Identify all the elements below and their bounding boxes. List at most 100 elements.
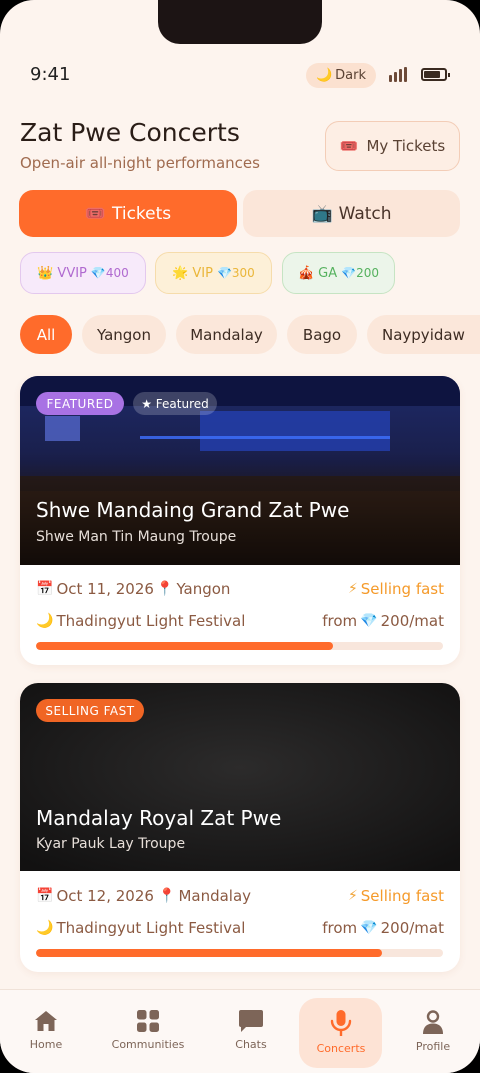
event-festival-text: Thadingyut Light Festival	[56, 612, 246, 630]
event-card[interactable]: FEATURED ★ Featured Shwe Mandaing Grand …	[20, 376, 460, 665]
price-prefix: from	[322, 919, 358, 937]
event-troupe: Shwe Man Tin Maung Troupe	[36, 529, 237, 545]
event-price: from 💎 200/mat	[322, 612, 444, 630]
ticket-icon: 🎟️	[339, 137, 359, 155]
selling-status: ⚡ Selling fast	[348, 580, 444, 598]
tier-name: VIP	[192, 265, 213, 281]
filter-chip-bago[interactable]: Bago	[287, 315, 357, 354]
moon-icon: 🌙	[36, 920, 54, 936]
tab-tickets[interactable]: 🎟️ Tickets	[19, 190, 237, 237]
tier-price: 300	[231, 266, 255, 280]
dark-mode-label: Dark	[335, 68, 367, 83]
featured-badge: FEATURED	[36, 392, 124, 415]
nav-label-home: Home	[29, 1038, 63, 1051]
my-tickets-button[interactable]: 🎟️ My Tickets	[325, 121, 460, 171]
nav-label-profile: Profile	[415, 1040, 451, 1053]
filter-chip-all[interactable]: All	[20, 315, 72, 354]
filter-chip-naypyidaw[interactable]: Naypyidaw	[367, 315, 480, 354]
event-city: 📍 Yangon	[156, 580, 230, 598]
event-title: Mandalay Royal Zat Pwe	[36, 806, 282, 830]
device-notch	[158, 0, 322, 44]
tier-vip[interactable]: 🌟 VIP 💎 300	[155, 252, 272, 294]
home-icon	[35, 1011, 57, 1031]
tab-tickets-label: Tickets	[112, 203, 172, 224]
event-title: Shwe Mandaing Grand Zat Pwe	[36, 498, 350, 522]
tier-price: 200	[356, 266, 379, 280]
nav-label-communities: Communities	[111, 1038, 185, 1051]
event-date-text: Oct 11, 2026	[56, 580, 154, 598]
location-pin-icon: 📍	[156, 581, 174, 597]
filter-chip-mandalay[interactable]: Mandalay	[176, 315, 277, 354]
moon-icon: 🌙	[315, 68, 333, 83]
nav-item-chats[interactable]: Chats	[226, 990, 276, 1073]
battery-icon	[421, 68, 450, 81]
crown-icon: 👑	[37, 265, 54, 281]
nav-label-chats: Chats	[235, 1038, 267, 1051]
sales-progress-bar	[36, 642, 443, 650]
event-date-text: Oct 12, 2026	[56, 887, 154, 905]
selling-fast-badge: SELLING FAST	[36, 699, 144, 722]
selling-status: ⚡ Selling fast	[348, 887, 444, 905]
tier-vvip[interactable]: 👑 VVIP 💎 400	[20, 252, 146, 294]
price-prefix: from	[322, 612, 358, 630]
ticket-icon: 🎟️	[84, 203, 106, 224]
nav-item-profile[interactable]: Profile	[408, 990, 458, 1073]
tier-name: GA	[318, 265, 338, 281]
microphone-icon	[330, 1010, 352, 1036]
circus-tent-icon: 🎪	[297, 265, 315, 281]
nav-label-concerts: Concerts	[316, 1042, 366, 1055]
tab-watch-label: Watch	[338, 203, 392, 224]
event-festival-text: Thadingyut Light Festival	[56, 919, 246, 937]
tier-ga[interactable]: 🎪 GA 💎 200	[282, 252, 395, 294]
chat-icon	[239, 1010, 263, 1032]
selling-status-text: Selling fast	[360, 887, 444, 905]
phone-screen: 9:41 🌙 Dark Zat Pwe Concerts Open-air al…	[0, 0, 480, 1073]
price-value: 200/mat	[380, 612, 444, 630]
selling-status-text: Selling fast	[360, 580, 444, 598]
gem-icon: 💎	[360, 613, 378, 629]
dark-mode-toggle[interactable]: 🌙 Dark	[306, 63, 376, 88]
sales-progress-fill	[36, 949, 382, 957]
user-icon	[423, 1010, 443, 1034]
tab-watch[interactable]: 📺 Watch	[243, 190, 460, 237]
gem-icon: 💎	[90, 266, 106, 280]
page-title: Zat Pwe Concerts	[20, 118, 240, 147]
lightning-icon: ⚡	[347, 581, 358, 597]
gem-icon: 💎	[216, 266, 232, 280]
featured-star-badge: ★ Featured	[133, 392, 217, 415]
event-date: 📅 Oct 11, 2026	[36, 580, 154, 598]
event-troupe: Kyar Pauk Lay Troupe	[36, 836, 186, 852]
signal-icon	[389, 66, 407, 82]
lightning-icon: ⚡	[347, 888, 358, 904]
sales-progress-fill	[36, 642, 334, 650]
filter-chip-yangon[interactable]: Yangon	[82, 315, 166, 354]
calendar-icon: 📅	[36, 888, 54, 904]
price-value: 200/mat	[380, 919, 444, 937]
event-city-text: Mandalay	[178, 887, 252, 905]
status-time: 9:41	[30, 64, 71, 85]
bottom-nav: Home Communities Chats Concerts Profile	[0, 989, 480, 1073]
grid-icon	[137, 1010, 159, 1032]
moon-icon: 🌙	[36, 613, 54, 629]
nav-item-concerts[interactable]: Concerts	[310, 990, 372, 1073]
event-city: 📍 Mandalay	[158, 887, 251, 905]
event-festival: 🌙 Thadingyut Light Festival	[36, 919, 245, 937]
gem-icon: 💎	[341, 266, 357, 280]
event-city-text: Yangon	[176, 580, 231, 598]
star-icon: 🌟	[172, 265, 189, 281]
nav-item-communities[interactable]: Communities	[110, 990, 186, 1073]
event-price: from 💎 200/mat	[322, 919, 444, 937]
nav-item-home[interactable]: Home	[20, 990, 72, 1073]
event-card[interactable]: SELLING FAST Mandalay Royal Zat Pwe Kyar…	[20, 683, 460, 972]
gem-icon: 💎	[360, 920, 378, 936]
my-tickets-label: My Tickets	[366, 137, 446, 155]
sales-progress-bar	[36, 949, 443, 957]
event-festival: 🌙 Thadingyut Light Festival	[36, 612, 245, 630]
location-pin-icon: 📍	[158, 888, 176, 904]
tier-name: VVIP	[57, 265, 87, 281]
page-subtitle: Open-air all-night performances	[20, 154, 260, 172]
tier-price: 400	[105, 266, 129, 280]
event-date: 📅 Oct 12, 2026	[36, 887, 154, 905]
tv-icon: 📺	[311, 203, 333, 224]
calendar-icon: 📅	[36, 581, 54, 597]
